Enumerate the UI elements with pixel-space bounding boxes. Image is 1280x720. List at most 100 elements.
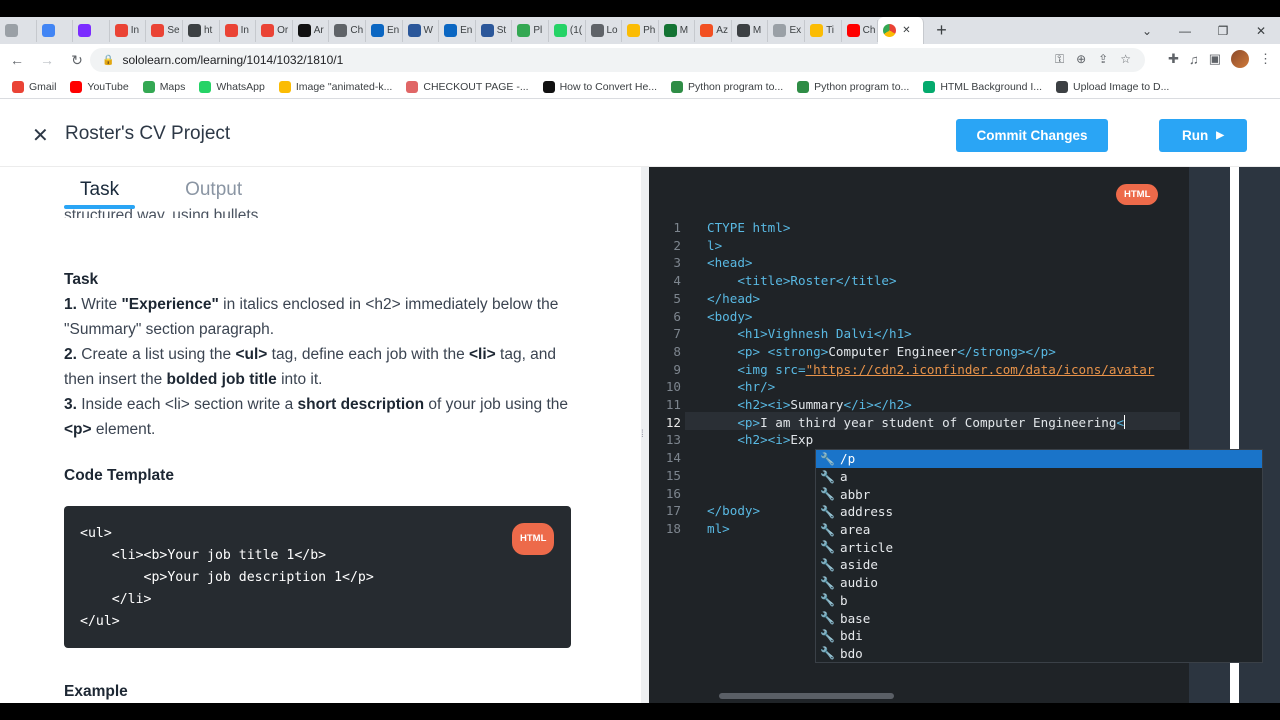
address-url: sololearn.com/learning/1014/1032/1810/1 bbox=[122, 53, 344, 67]
share-icon[interactable]: ⇪ bbox=[1098, 52, 1108, 67]
tab-favicon-icon bbox=[78, 24, 92, 37]
browser-tab[interactable]: Lo bbox=[586, 19, 623, 42]
forward-icon[interactable]: → bbox=[34, 52, 60, 68]
project-title: Roster's CV Project bbox=[65, 123, 231, 144]
browser-tab[interactable]: (1( bbox=[549, 19, 586, 42]
browser-tab[interactable]: Ch bbox=[842, 19, 879, 42]
tab-label: M bbox=[679, 25, 689, 36]
browser-tab[interactable] bbox=[37, 19, 74, 42]
browser-tab[interactable]: W bbox=[403, 19, 440, 42]
bookmark-item[interactable]: WhatsApp bbox=[199, 81, 265, 93]
browser-tab[interactable]: M bbox=[732, 19, 769, 42]
tab-favicon-icon bbox=[444, 24, 458, 37]
bookmark-item[interactable]: CHECKOUT PAGE -... bbox=[406, 81, 529, 93]
media-icon[interactable]: ♫ bbox=[1189, 52, 1199, 67]
code-line-2: l> bbox=[707, 237, 723, 253]
extensions-icon[interactable]: ✚ bbox=[1168, 51, 1179, 67]
tab-favicon-icon bbox=[187, 24, 201, 37]
tab-label: Ph bbox=[643, 25, 656, 36]
tab-task[interactable]: Task bbox=[64, 179, 136, 209]
line-number: 7 bbox=[673, 326, 681, 342]
browser-tab[interactable]: M bbox=[659, 19, 696, 42]
browser-tab[interactable]: Ph bbox=[622, 19, 659, 42]
bookmark-item[interactable]: How to Convert He... bbox=[542, 81, 657, 93]
autocomplete-label: bdo bbox=[840, 645, 863, 661]
browser-tab[interactable]: Ti bbox=[805, 19, 842, 42]
browser-tab-active[interactable]: ✕ bbox=[878, 17, 925, 44]
horizontal-scrollbar[interactable] bbox=[719, 693, 894, 699]
browser-tab[interactable]: Ar bbox=[293, 19, 330, 42]
reload-icon[interactable]: ↻ bbox=[64, 52, 90, 69]
tab-favicon-icon bbox=[700, 24, 714, 37]
new-tab-icon[interactable]: + bbox=[936, 20, 947, 41]
zoom-icon[interactable]: ⊕ bbox=[1076, 52, 1086, 67]
minimize-icon[interactable]: — bbox=[1166, 24, 1204, 38]
key-icon[interactable]: ⚿ bbox=[1055, 52, 1064, 67]
bookmark-item[interactable]: YouTube bbox=[70, 81, 129, 93]
browser-tab[interactable]: Or bbox=[256, 19, 293, 42]
bookmark-item[interactable]: Python program to... bbox=[671, 81, 783, 93]
star-icon[interactable]: ☆ bbox=[1120, 52, 1131, 67]
browser-tab[interactable]: En bbox=[439, 19, 476, 42]
autocomplete-item[interactable]: 🔧 b bbox=[816, 592, 1262, 610]
sidepanel-icon[interactable]: ▣ bbox=[1209, 51, 1221, 67]
autocomplete-item[interactable]: 🔧 a bbox=[816, 468, 1262, 486]
close-window-icon[interactable]: ✕ bbox=[1242, 24, 1280, 38]
play-icon: ▶ bbox=[1216, 130, 1224, 141]
profile-avatar[interactable] bbox=[1231, 50, 1249, 68]
tab-favicon-icon bbox=[224, 24, 238, 37]
browser-tab[interactable]: En bbox=[366, 19, 403, 42]
autocomplete-item[interactable]: 🔧 bdo bbox=[816, 645, 1262, 662]
tab-favicon-icon bbox=[480, 24, 494, 37]
commit-changes-button[interactable]: Commit Changes bbox=[956, 119, 1108, 152]
browser-tab[interactable]: St bbox=[476, 19, 513, 42]
browser-tab[interactable]: In bbox=[110, 19, 147, 42]
bookmark-item[interactable]: Maps bbox=[142, 81, 185, 93]
autocomplete-item[interactable]: 🔧 abbr bbox=[816, 485, 1262, 503]
tab-output[interactable]: Output bbox=[185, 179, 242, 201]
bookmark-item[interactable]: Python program to... bbox=[797, 81, 909, 93]
browser-tab[interactable] bbox=[0, 19, 37, 42]
autocomplete-item[interactable]: 🔧 area bbox=[816, 521, 1262, 539]
browser-tab[interactable]: ht bbox=[183, 19, 220, 42]
autocomplete-label: address bbox=[840, 504, 894, 520]
lesson-pane: structured way, using bullets. Task Outp… bbox=[0, 167, 641, 703]
autocomplete-item[interactable]: 🔧 aside bbox=[816, 556, 1262, 574]
lock-icon: 🔒 bbox=[102, 54, 115, 66]
task-heading: Task bbox=[64, 271, 99, 288]
bookmark-item[interactable]: Image "animated-k... bbox=[278, 81, 392, 93]
browser-tab[interactable]: Ex bbox=[768, 19, 806, 42]
tab-favicon-icon bbox=[151, 24, 165, 37]
line-number: 9 bbox=[673, 361, 681, 377]
bookmark-item[interactable]: Upload Image to D... bbox=[1056, 81, 1169, 93]
browser-tab[interactable]: Az bbox=[695, 19, 732, 42]
autocomplete-item[interactable]: 🔧 base bbox=[816, 609, 1262, 627]
back-icon[interactable]: ← bbox=[4, 52, 30, 68]
autocomplete-item[interactable]: 🔧 /p bbox=[816, 450, 1262, 468]
tab-label: Az bbox=[716, 25, 728, 36]
address-bar[interactable]: 🔒 sololearn.com/learning/1014/1032/1810/… bbox=[90, 48, 1145, 72]
run-button[interactable]: Run ▶ bbox=[1159, 119, 1247, 152]
browser-tab[interactable]: In bbox=[220, 19, 257, 42]
browser-tab[interactable]: Ch bbox=[329, 19, 366, 42]
bookmark-item[interactable]: HTML Background I... bbox=[923, 81, 1042, 93]
text-cursor bbox=[1124, 414, 1126, 429]
line-number: 12 bbox=[665, 414, 681, 430]
autocomplete-item[interactable]: 🔧 bdi bbox=[816, 627, 1262, 645]
browser-tab[interactable] bbox=[73, 19, 110, 42]
close-icon[interactable]: ✕ bbox=[32, 123, 49, 148]
bookmark-item[interactable]: Gmail bbox=[12, 81, 56, 93]
pane-resize-handle[interactable]: ⁞ bbox=[641, 167, 649, 703]
bookmark-favicon-icon bbox=[142, 81, 155, 93]
autocomplete-item[interactable]: 🔧 address bbox=[816, 503, 1262, 521]
tab-close-icon[interactable]: ✕ bbox=[902, 25, 910, 36]
autocomplete-item[interactable]: 🔧 article bbox=[816, 538, 1262, 556]
bookmarks-bar: Gmail YouTube Maps WhatsApp Image "animated-… bbox=[0, 76, 1280, 99]
browser-tab[interactable]: Se bbox=[146, 19, 183, 42]
autocomplete-item[interactable]: 🔧 audio bbox=[816, 574, 1262, 592]
browser-tab[interactable]: Pl bbox=[512, 19, 549, 42]
menu-icon[interactable]: ⋮ bbox=[1259, 51, 1272, 67]
wrench-icon: 🔧 bbox=[820, 487, 835, 502]
maximize-icon[interactable]: ❐ bbox=[1204, 24, 1242, 38]
tab-search-icon[interactable]: ⌄ bbox=[1128, 24, 1166, 38]
